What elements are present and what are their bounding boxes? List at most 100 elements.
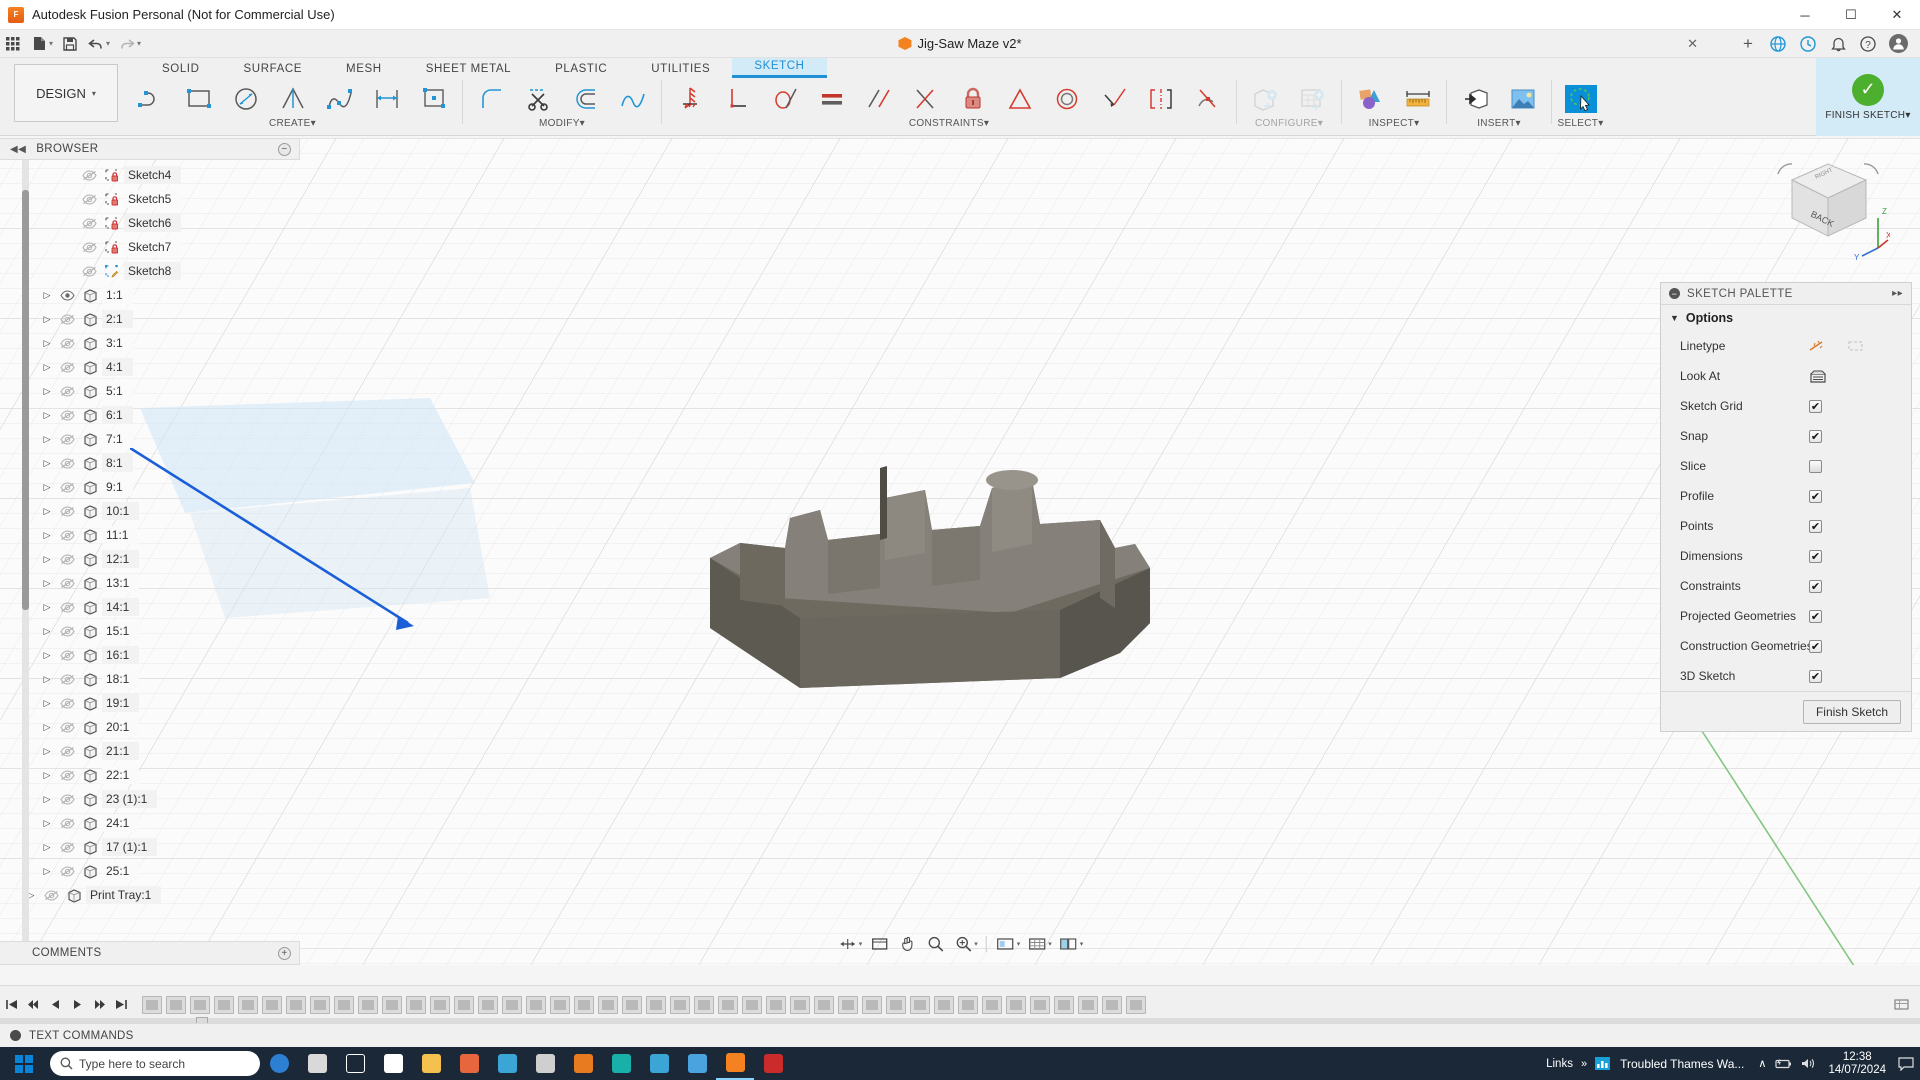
browser-item-22-1[interactable]: ▷ 22:1 (0, 763, 300, 787)
checkbox-constraints[interactable]: ✔ (1809, 579, 1822, 593)
expand-arrow-icon[interactable]: ▷ (38, 482, 56, 493)
palette-row-profile[interactable]: Profile ✔ (1661, 481, 1911, 511)
document-tab[interactable]: Jig-Saw Maze v2* (898, 36, 1022, 51)
palette-expand-icon[interactable]: ▸▸ (1892, 288, 1903, 299)
eye-hidden-icon[interactable] (56, 433, 78, 445)
expand-arrow-icon[interactable]: ▷ (38, 602, 56, 613)
browser-item-print-tray-1[interactable]: ▷ Print Tray:1 (0, 883, 300, 907)
checkbox-3d-sketch[interactable]: ✔ (1809, 669, 1822, 683)
perpendicular-icon[interactable] (714, 78, 761, 120)
eye-hidden-icon[interactable] (56, 673, 78, 685)
timeline-node[interactable] (694, 995, 714, 1014)
fusion-icon[interactable] (716, 1047, 754, 1080)
collinear-icon[interactable] (1090, 78, 1137, 120)
expand-arrow-icon[interactable]: ▷ (38, 506, 56, 517)
browser-item-1-1[interactable]: ▷ 1:1 (0, 283, 300, 307)
orbit-caret[interactable]: ▾ (859, 940, 863, 948)
clock-icon[interactable] (1794, 32, 1822, 56)
equal-icon[interactable] (808, 78, 855, 120)
mail-icon[interactable] (374, 1047, 412, 1080)
timeline-node[interactable] (1102, 995, 1122, 1014)
timeline-node[interactable] (598, 995, 618, 1014)
expand-arrow-icon[interactable]: ▷ (38, 818, 56, 829)
parallel-icon[interactable] (855, 78, 902, 120)
timeline-node[interactable] (358, 995, 378, 1014)
expand-arrow-icon[interactable]: ▷ (38, 842, 56, 853)
palette-row-sketch-grid[interactable]: Sketch Grid ✔ (1661, 391, 1911, 421)
eye-hidden-icon[interactable] (56, 649, 78, 661)
expand-arrow-icon[interactable]: ▷ (38, 578, 56, 589)
grid-settings-caret[interactable]: ▾ (1048, 940, 1052, 948)
zoom-icon[interactable] (922, 932, 948, 956)
expand-arrow-icon[interactable]: ▷ (38, 338, 56, 349)
finish-sketch-button[interactable]: Finish Sketch (1802, 699, 1901, 724)
palette-row-points[interactable]: Points ✔ (1661, 511, 1911, 541)
tab-sketch[interactable]: SKETCH (732, 58, 827, 78)
timeline-node[interactable] (382, 995, 402, 1014)
select-lasso-icon[interactable] (1557, 78, 1604, 120)
checkbox-dimensions[interactable]: ✔ (1809, 549, 1822, 563)
timeline-node[interactable] (790, 995, 810, 1014)
add-tab-button[interactable]: + (1734, 32, 1762, 56)
tab-surface[interactable]: SURFACE (222, 61, 325, 78)
eye-hidden-icon[interactable] (56, 553, 78, 565)
browser-item-13-1[interactable]: ▷ 13:1 (0, 571, 300, 595)
browser-item-3-1[interactable]: ▷ 3:1 (0, 331, 300, 355)
expand-arrow-icon[interactable]: ▷ (38, 770, 56, 781)
camera-icon[interactable] (602, 1047, 640, 1080)
weather-icon[interactable] (298, 1047, 336, 1080)
eye-hidden-icon[interactable] (56, 481, 78, 493)
expand-arrow-icon[interactable]: ▷ (38, 554, 56, 565)
palette-row-3d-sketch[interactable]: 3D Sketch ✔ (1661, 661, 1911, 691)
timeline-node[interactable] (310, 995, 330, 1014)
expand-arrow-icon[interactable]: ▷ (38, 674, 56, 685)
text-commands-bar[interactable]: TEXT COMMANDS (0, 1023, 1920, 1047)
browser-item-sketch5[interactable]: Sketch5 (0, 187, 300, 211)
timeline-node[interactable] (214, 995, 234, 1014)
palette-row-construction-geometries[interactable]: Construction Geometries ✔ (1661, 631, 1911, 661)
timeline-node[interactable] (334, 995, 354, 1014)
app-grid-icon[interactable] (0, 31, 26, 57)
timeline-settings-icon[interactable] (1890, 993, 1912, 1017)
circle-icon[interactable] (222, 78, 269, 120)
volume-icon[interactable] (1800, 1057, 1816, 1070)
browser-minimize-icon[interactable]: − (278, 142, 291, 156)
timeline-node[interactable] (406, 995, 426, 1014)
insert-derive-icon[interactable] (1452, 78, 1499, 120)
browser-scrollbar-thumb[interactable] (22, 190, 29, 610)
tab-mesh[interactable]: MESH (324, 61, 404, 78)
timeline-node[interactable] (1054, 995, 1074, 1014)
orbit-icon[interactable] (835, 932, 861, 956)
expand-arrow-icon[interactable]: ▷ (38, 650, 56, 661)
news-weather-icon[interactable] (1595, 1056, 1612, 1071)
palette-row-slice[interactable]: Slice (1661, 451, 1911, 481)
browser-item-20-1[interactable]: ▷ 20:1 (0, 715, 300, 739)
settings-icon[interactable] (526, 1047, 564, 1080)
step-forward-icon[interactable] (88, 993, 110, 1017)
offset-icon[interactable] (562, 78, 609, 120)
browser-item-4-1[interactable]: ▷ 4:1 (0, 355, 300, 379)
insert-image-icon[interactable] (1499, 78, 1546, 120)
timeline-node[interactable] (718, 995, 738, 1014)
palette-row-constraints[interactable]: Constraints ✔ (1661, 571, 1911, 601)
look-at-icon[interactable] (1809, 369, 1827, 384)
model-3d-body[interactable] (680, 448, 1260, 768)
eye-hidden-icon[interactable] (56, 337, 78, 349)
browser-item-sketch6[interactable]: Sketch6 (0, 211, 300, 235)
expand-arrow-icon[interactable]: ▷ (38, 626, 56, 637)
expand-arrow-icon[interactable]: ▷ (38, 794, 56, 805)
browser-item-16-1[interactable]: ▷ 16:1 (0, 643, 300, 667)
browser-item-5-1[interactable]: ▷ 5:1 (0, 379, 300, 403)
maximize-button[interactable]: ☐ (1828, 0, 1874, 30)
view-cube[interactable]: BACK RIGHT Z Y X (1770, 152, 1890, 262)
grid-settings-icon[interactable] (1024, 932, 1050, 956)
eye-hidden-icon[interactable] (56, 625, 78, 637)
canvas-viewport[interactable]: ◀◀ BROWSER − Sketch4 Sketch5 Sketch6 Sketch… (0, 138, 1920, 965)
finish-sketch-panel[interactable]: ✓ FINISH SKETCH▾ (1816, 58, 1920, 136)
eye-hidden-icon[interactable] (56, 697, 78, 709)
timeline-node[interactable] (262, 995, 282, 1014)
browser-item-11-1[interactable]: ▷ 11:1 (0, 523, 300, 547)
timeline-node[interactable] (742, 995, 762, 1014)
browser-item-19-1[interactable]: ▷ 19:1 (0, 691, 300, 715)
task-view-icon[interactable] (336, 1047, 374, 1080)
